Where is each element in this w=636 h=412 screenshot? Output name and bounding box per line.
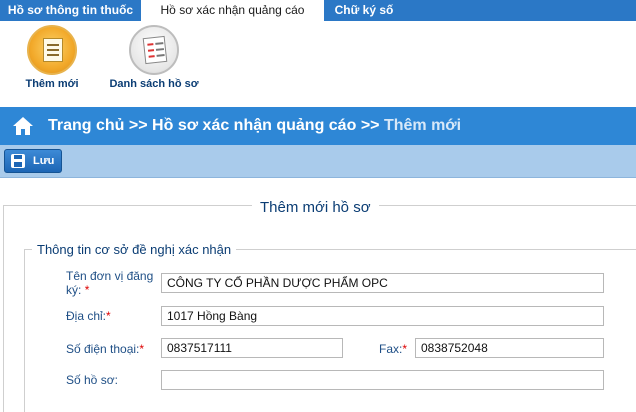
address-field[interactable]: 1017 Hồng Bàng xyxy=(161,306,604,326)
form-title: Thêm mới hồ sơ xyxy=(252,199,379,216)
top-tab-bar: Hồ sơ thông tin thuốc Hồ sơ xác nhận quả… xyxy=(0,0,636,22)
document-list-icon xyxy=(129,25,179,75)
breadcrumb-home[interactable]: Trang chủ xyxy=(48,117,124,134)
new-document-icon xyxy=(27,25,77,75)
breadcrumb-separator: >> xyxy=(360,117,380,134)
tab-digital-signature[interactable]: Chữ ký số xyxy=(324,0,404,21)
floppy-disk-icon xyxy=(11,154,25,168)
required-mark: * xyxy=(139,342,145,356)
tab-drug-info[interactable]: Hồ sơ thông tin thuốc xyxy=(0,0,141,21)
tab-ad-confirmation[interactable]: Hồ sơ xác nhận quảng cáo xyxy=(141,0,324,22)
address-label: Địa chỉ:* xyxy=(66,309,111,323)
unit-name-label: Tên đơn vị đăng ký: * xyxy=(66,269,154,297)
fax-label: Fax:* xyxy=(379,342,408,356)
fax-field[interactable]: 0838752048 xyxy=(415,338,604,358)
required-mark: * xyxy=(402,342,408,356)
action-toolbar: Lưu xyxy=(0,145,636,178)
record-list-button[interactable]: Danh sách hồ sơ xyxy=(104,25,204,90)
home-icon[interactable] xyxy=(12,116,34,136)
breadcrumb-separator: >> xyxy=(128,117,148,134)
record-number-field[interactable] xyxy=(161,370,604,390)
phone-field[interactable]: 0837517111 xyxy=(161,338,343,358)
breadcrumb-current: Thêm mới xyxy=(383,117,462,134)
record-number-label: Số hồ sơ: xyxy=(66,373,118,387)
save-button[interactable]: Lưu xyxy=(4,149,62,173)
ribbon: Thêm mới Danh sách hồ sơ xyxy=(0,21,636,107)
breadcrumb-section[interactable]: Hồ sơ xác nhận quảng cáo xyxy=(152,117,356,134)
unit-name-field[interactable]: CÔNG TY CỔ PHẦN DƯỢC PHẨM OPC xyxy=(161,273,604,293)
save-label: Lưu xyxy=(33,155,55,167)
add-new-button[interactable]: Thêm mới xyxy=(20,25,84,90)
add-new-label: Thêm mới xyxy=(25,78,79,90)
record-list-label: Danh sách hồ sơ xyxy=(109,78,199,90)
required-mark: * xyxy=(106,309,111,323)
required-mark: * xyxy=(84,283,90,297)
fieldset-legend: Thông tin cơ sở đề nghị xác nhận xyxy=(32,242,237,257)
breadcrumb: Trang chủ >> Hồ sơ xác nhận quảng cáo >>… xyxy=(0,107,636,145)
phone-label: Số điện thoại:* xyxy=(66,342,145,356)
